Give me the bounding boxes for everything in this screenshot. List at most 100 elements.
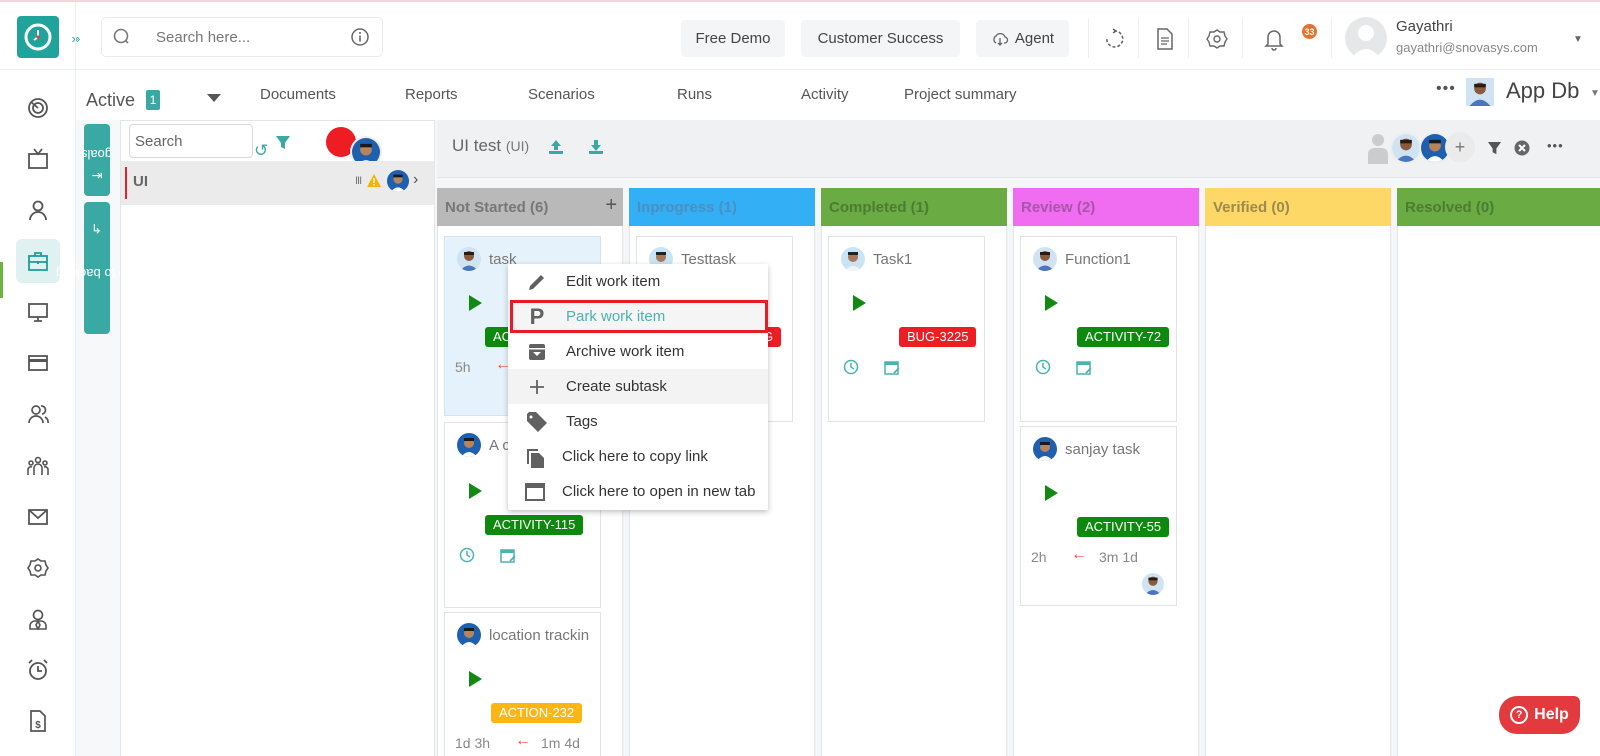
nav-settings-icon[interactable] (16, 546, 60, 590)
work-item-tag[interactable]: BUG-3225 (899, 327, 977, 347)
work-item-tag[interactable]: ACTIVITY-55 (1077, 517, 1170, 537)
tab-scenarios[interactable]: Scenarios (528, 86, 595, 103)
tab-activity[interactable]: Activity (801, 86, 849, 103)
menu-item-open-new-tab[interactable]: Click here to open in new tab (508, 474, 768, 509)
clock-icon[interactable] (843, 359, 859, 375)
status-count-badge: 1 (146, 90, 160, 110)
nav-alarm-icon[interactable] (16, 648, 60, 692)
menu-item-label: Click here to copy link (562, 448, 708, 465)
menu-item-park-work-item[interactable]: P Park work item (508, 299, 768, 334)
nav-tv-icon[interactable] (16, 137, 60, 181)
work-item-card[interactable]: location trackin ACTION-232 1d 3h ← 1m 4… (444, 612, 601, 756)
unassigned-user-icon[interactable] (1367, 132, 1389, 164)
download-icon[interactable] (587, 138, 605, 156)
notification-count-badge: 33 (1302, 24, 1317, 39)
goals-side-tab[interactable]: ⇤ goals (80, 124, 113, 196)
column-title: Verified (0) (1213, 199, 1290, 216)
play-icon[interactable] (469, 295, 482, 311)
settings-icon[interactable] (1202, 24, 1232, 54)
nav-user-icon[interactable] (16, 188, 60, 232)
work-item-tag[interactable]: ACTION-232 (491, 703, 583, 723)
status-dropdown-caret-icon[interactable] (207, 94, 221, 102)
arrow-left-icon: ← (515, 732, 531, 749)
nav-mail-icon[interactable] (16, 495, 60, 539)
search-input[interactable]: Search here... (156, 29, 350, 46)
goal-row-ui[interactable]: UI III › (121, 161, 434, 205)
member-avatar[interactable] (1390, 132, 1422, 164)
tab-runs[interactable]: Runs (677, 86, 712, 103)
clear-filter-icon[interactable] (1514, 140, 1530, 156)
customer-success-button[interactable]: Customer Success (801, 20, 960, 57)
play-icon[interactable] (469, 483, 482, 499)
play-icon[interactable] (469, 671, 482, 687)
column-header: Review (2) (1013, 188, 1199, 226)
status-filter-label[interactable]: Active (86, 90, 135, 111)
nav-users-icon[interactable] (16, 392, 60, 436)
play-icon[interactable] (1045, 485, 1058, 501)
clock-icon[interactable] (1035, 359, 1051, 375)
reset-icon[interactable]: ↺ (254, 141, 268, 161)
document-icon[interactable] (1150, 24, 1180, 54)
agent-label: Agent (1014, 30, 1055, 47)
question-icon: ? (1510, 706, 1529, 724)
work-item-card[interactable]: sanjay task ACTIVITY-55 2h ← 3m 1d (1020, 426, 1177, 606)
board-more-icon[interactable]: ••• (1547, 138, 1564, 153)
chevron-right-icon[interactable]: › (413, 171, 418, 189)
more-options-icon[interactable]: ••• (1436, 80, 1456, 98)
menu-item-label: Create subtask (566, 378, 667, 395)
project-name[interactable]: App Db (1506, 78, 1579, 104)
nav-invoice-icon[interactable]: $ (16, 699, 60, 743)
board-title-code: (UI) (505, 138, 530, 154)
column-title: Resolved (0) (1405, 199, 1495, 216)
nav-credit-card-icon[interactable] (16, 341, 60, 385)
work-item-card[interactable]: Task1 BUG-3225 (828, 236, 985, 422)
menu-item-tags[interactable]: Tags (508, 404, 768, 439)
calendar-edit-icon[interactable] (884, 359, 900, 375)
play-icon[interactable] (853, 295, 866, 311)
menu-item-edit-work-item[interactable]: Edit work item (508, 264, 768, 299)
nav-team-icon[interactable] (16, 444, 60, 488)
tab-documents[interactable]: Documents (260, 86, 336, 103)
menu-item-archive-work-item[interactable]: Archive work item (508, 334, 768, 369)
app-logo[interactable] (17, 16, 59, 58)
nav-monitor-icon[interactable] (16, 290, 60, 334)
tab-project-summary[interactable]: Project summary (904, 86, 1017, 103)
go-to-backlog-tab[interactable]: Go to backlog ↰ (56, 202, 137, 334)
user-avatar[interactable] (1345, 17, 1387, 59)
global-search[interactable]: Search here... (101, 17, 383, 57)
filter-icon[interactable] (1487, 141, 1502, 156)
calendar-edit-icon[interactable] (1076, 359, 1092, 375)
user-menu-caret-icon[interactable]: ▼ (1573, 34, 1583, 45)
clock-icon[interactable] (459, 547, 475, 563)
tab-reports[interactable]: Reports (405, 86, 458, 103)
agent-button[interactable]: Agent (976, 20, 1069, 57)
calendar-edit-icon[interactable] (500, 547, 516, 563)
project-dropdown-caret-icon[interactable]: ▼ (1590, 88, 1600, 99)
divider (1331, 18, 1332, 58)
notification-bell-icon[interactable] (1259, 24, 1289, 54)
menu-item-label: Tags (566, 413, 598, 430)
nav-briefcase-icon[interactable] (16, 239, 60, 283)
work-item-card[interactable]: Function1 ACTIVITY-72 (1020, 236, 1177, 422)
column-resolved: Resolved (0) (1397, 188, 1600, 756)
refresh-icon[interactable] (1099, 24, 1129, 54)
info-icon[interactable] (350, 27, 370, 47)
menu-item-create-subtask[interactable]: Create subtask (508, 369, 768, 404)
add-member-button[interactable]: + (1445, 132, 1475, 162)
clock-logo-icon (24, 23, 52, 51)
nav-dashboard-icon[interactable] (16, 86, 60, 130)
free-demo-button[interactable]: Free Demo (681, 20, 785, 57)
column-completed: Completed (1) Task1 BUG-3225 (821, 188, 1007, 756)
play-icon[interactable] (1045, 295, 1058, 311)
upload-icon[interactable] (547, 138, 565, 156)
filter-icon[interactable] (275, 135, 291, 151)
work-item-tag[interactable]: ACTIVITY-115 (485, 515, 584, 535)
project-avatar (1466, 78, 1494, 106)
menu-item-copy-link[interactable]: Click here to copy link (508, 439, 768, 474)
add-work-item-button[interactable]: + (605, 194, 617, 217)
help-button[interactable]: ? Help (1499, 696, 1580, 734)
work-item-tag[interactable]: ACTIVITY-72 (1077, 327, 1170, 347)
nav-employee-icon[interactable] (16, 597, 60, 641)
goal-search-input[interactable]: Search (129, 124, 253, 158)
goals-tab-label: goals (80, 147, 113, 163)
